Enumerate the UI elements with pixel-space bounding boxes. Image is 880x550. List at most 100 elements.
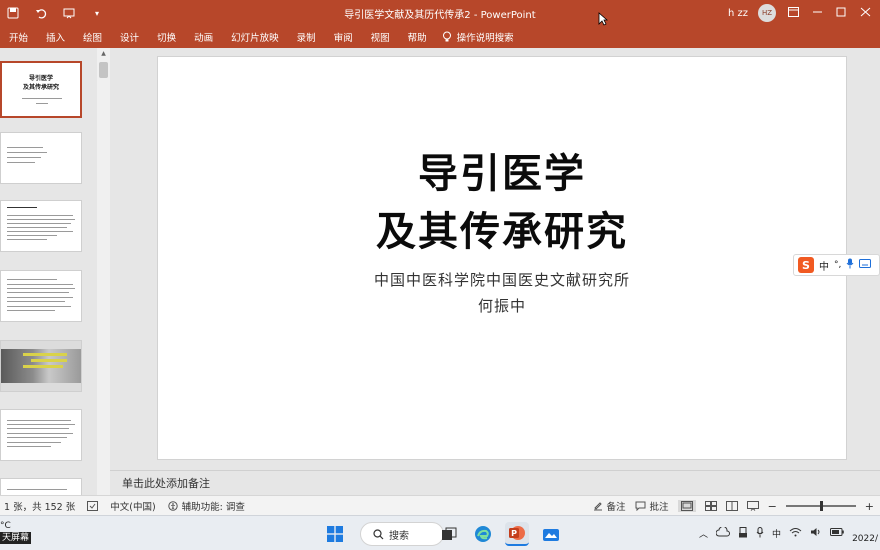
battery-icon[interactable] <box>830 528 844 539</box>
restore-icon[interactable] <box>834 7 848 20</box>
windows-start-icon[interactable] <box>323 522 347 546</box>
tab-insert[interactable]: 插入 <box>37 26 74 48</box>
zoom-slider[interactable] <box>785 501 856 511</box>
cursor-icon <box>598 11 609 26</box>
mic-icon[interactable] <box>846 258 854 272</box>
title-bar: ▾ 导引医学文献及其历代传承2 - PowerPoint h zz HZ <box>0 0 880 26</box>
scrollbar-thumb[interactable] <box>99 62 108 78</box>
windows-taskbar: °C 天屏幕 搜索 P ︿ 中 2022/ <box>0 515 880 550</box>
normal-view-icon[interactable] <box>677 500 696 512</box>
slide-editor: 导引医学 及其传承研究 中国中医科学院中国医史文献研究所 何振中 <box>110 48 880 468</box>
notes-button[interactable]: 备注 <box>593 499 626 513</box>
tab-animations[interactable]: 动画 <box>185 26 222 48</box>
tray-overflow-icon[interactable]: ︿ <box>699 527 708 540</box>
lightbulb-icon <box>442 31 451 42</box>
slide-thumbnail-4[interactable] <box>0 270 82 322</box>
keyboard-icon[interactable] <box>859 259 872 271</box>
slideshow-icon[interactable] <box>746 501 759 511</box>
weather-widget[interactable]: °C 天屏幕 <box>0 520 32 544</box>
comments-button[interactable]: 批注 <box>635 499 669 513</box>
reading-view-icon[interactable] <box>725 501 738 511</box>
tab-transitions[interactable]: 切换 <box>148 26 185 48</box>
tell-me-search[interactable]: 操作说明搜索 <box>436 30 514 44</box>
weather-label: 天屏幕 <box>0 532 32 544</box>
tab-review[interactable]: 审阅 <box>325 26 362 48</box>
user-name[interactable]: h zz <box>728 8 748 19</box>
usb-icon[interactable] <box>738 526 748 541</box>
svg-text:P: P <box>511 529 517 538</box>
zoom-in-icon[interactable]: + <box>865 500 874 513</box>
present-icon[interactable] <box>62 6 76 20</box>
comments-icon <box>635 501 646 511</box>
ribbon-display-icon[interactable] <box>786 6 800 20</box>
speaker-icon[interactable] <box>810 527 822 540</box>
current-slide[interactable]: 导引医学 及其传承研究 中国中医科学院中国医史文献研究所 何振中 <box>157 56 847 460</box>
notes-placeholder: 单击此处添加备注 <box>122 476 210 490</box>
search-label: 搜索 <box>389 530 409 542</box>
cloud-icon[interactable] <box>715 526 731 540</box>
punctuation-icon[interactable]: °, <box>834 260 841 270</box>
undo-icon[interactable] <box>34 6 48 20</box>
taskbar-date[interactable]: 2022/ <box>852 534 878 544</box>
avatar[interactable]: HZ <box>758 4 776 22</box>
tab-help[interactable]: 帮助 <box>399 26 436 48</box>
language-status[interactable]: 中文(中国) <box>110 499 155 513</box>
slide-subtitle-line1: 中国中医科学院中国医史文献研究所 <box>373 271 630 289</box>
tab-draw[interactable]: 绘图 <box>74 26 111 48</box>
slide-title[interactable]: 导引医学 及其传承研究 <box>158 145 846 261</box>
thumbnail-title-line2: 及其传承研究 <box>22 84 59 91</box>
powerpoint-icon[interactable]: P <box>505 522 529 546</box>
slide-thumbnail-5[interactable] <box>0 340 82 392</box>
tab-record[interactable]: 录制 <box>288 26 325 48</box>
notes-button-label: 备注 <box>606 502 626 513</box>
slide-thumbnail-3[interactable] <box>0 200 82 252</box>
language-indicator[interactable]: 中 <box>772 527 781 540</box>
slide-thumbnail-7[interactable] <box>0 478 82 495</box>
spellcheck-icon[interactable] <box>87 500 99 511</box>
notes-icon <box>593 502 602 511</box>
status-bar: 1 张，共 152 张 中文(中国) 辅助功能: 调查 备注 批注 − + <box>0 495 880 515</box>
task-view-icon[interactable] <box>437 522 461 546</box>
explorer-icon[interactable] <box>539 522 563 546</box>
zoom-out-icon[interactable]: − <box>768 500 777 513</box>
accessibility-status[interactable]: 辅助功能: 调查 <box>167 499 245 513</box>
scroll-up-icon[interactable]: ▲ <box>97 50 110 57</box>
weather-temp: °C <box>0 521 11 531</box>
close-icon[interactable] <box>858 7 872 20</box>
edge-icon[interactable] <box>471 522 495 546</box>
slide-thumbnail-6[interactable] <box>0 409 82 461</box>
autosave-icon[interactable] <box>6 6 20 20</box>
tell-me-label: 操作说明搜索 <box>456 33 514 44</box>
slide-title-line1: 导引医学 <box>418 150 586 197</box>
notes-pane[interactable]: 单击此处添加备注 <box>110 470 880 494</box>
thumbnail-scrollbar[interactable]: ▲ <box>97 48 110 495</box>
slide-subtitle[interactable]: 中国中医科学院中国医史文献研究所 何振中 <box>158 267 846 319</box>
tab-home[interactable]: 开始 <box>0 26 37 48</box>
titlebar-right: h zz HZ <box>728 0 872 26</box>
screen: ▾ 导引医学文献及其历代传承2 - PowerPoint h zz HZ 开始 … <box>0 0 880 550</box>
tab-design[interactable]: 设计 <box>111 26 148 48</box>
customize-qat-icon[interactable]: ▾ <box>90 6 104 20</box>
ime-mode[interactable]: 中 <box>819 258 829 273</box>
system-tray: ︿ 中 2022/ <box>699 516 880 550</box>
slide-subtitle-line2: 何振中 <box>477 297 526 315</box>
accessibility-icon <box>167 500 178 511</box>
quick-access-toolbar: ▾ <box>0 6 104 20</box>
thumbnail-title-line1: 导引医学 <box>28 75 53 82</box>
minimize-icon[interactable] <box>810 7 824 20</box>
search-icon <box>373 528 384 539</box>
ime-toolbar[interactable]: S 中 °, <box>793 254 880 276</box>
taskbar-search[interactable]: 搜索 <box>360 522 444 546</box>
status-bar-right: 备注 批注 − + <box>593 496 874 516</box>
zoom-slider-knob[interactable] <box>819 501 823 511</box>
wifi-icon[interactable] <box>789 527 802 540</box>
tab-slideshow[interactable]: 幻灯片放映 <box>222 26 288 48</box>
tab-view[interactable]: 视图 <box>362 26 399 48</box>
slide-thumbnail-1[interactable]: 导引医学 及其传承研究 <box>0 61 82 118</box>
slide-thumbnail-2[interactable] <box>0 132 82 184</box>
slide-title-line2: 及其传承研究 <box>376 208 628 255</box>
sorter-view-icon[interactable] <box>704 501 717 511</box>
accessibility-label: 辅助功能: 调查 <box>181 501 245 513</box>
mic-icon[interactable] <box>756 526 764 541</box>
sogou-logo-icon[interactable]: S <box>798 257 814 273</box>
